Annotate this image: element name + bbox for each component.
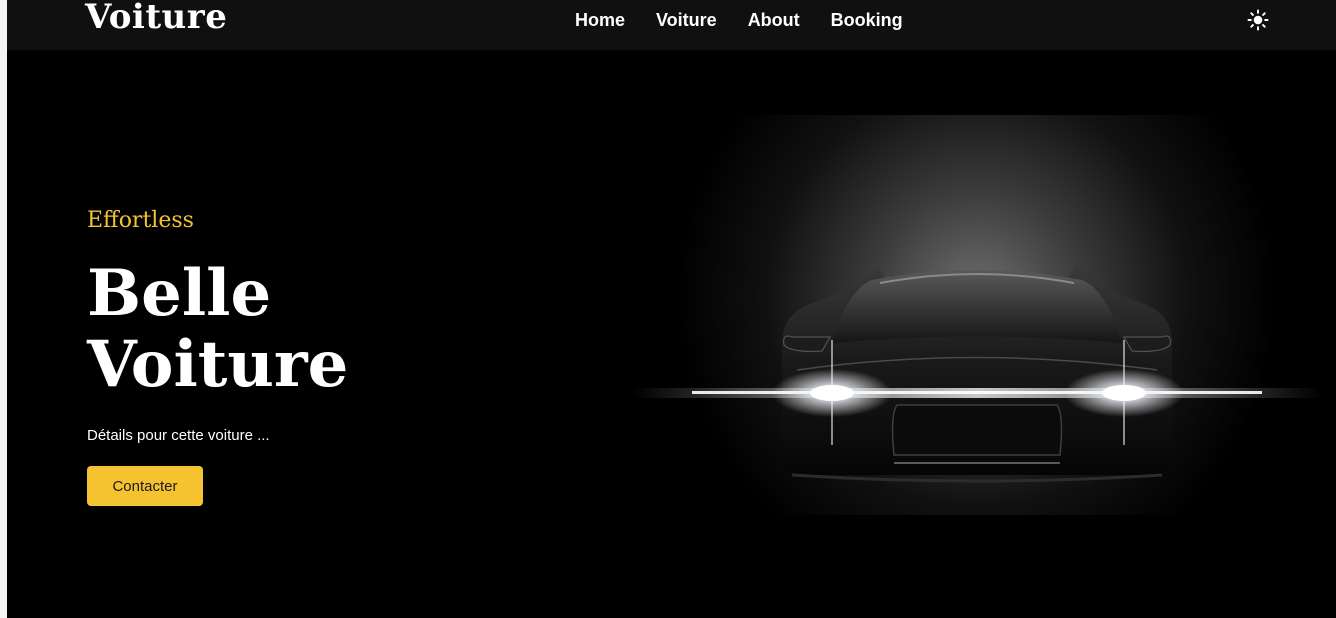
contact-button[interactable]: Contacter bbox=[87, 466, 203, 506]
navbar: Voiture Home Voiture About Booking bbox=[7, 0, 1336, 50]
nav-link-home[interactable]: Home bbox=[575, 10, 625, 31]
hero-eyebrow: Effortless bbox=[87, 208, 194, 233]
hero-subtitle: Détails pour cette voiture ... bbox=[87, 427, 270, 444]
nav-link-voiture[interactable]: Voiture bbox=[656, 10, 717, 31]
car-headlights-image bbox=[632, 115, 1322, 515]
hero-section: Effortless Belle Voiture Détails pour ce… bbox=[87, 210, 348, 506]
brand-logo[interactable]: Voiture bbox=[85, 0, 227, 37]
hero-title-line-1: Belle bbox=[87, 256, 272, 331]
sun-icon bbox=[1247, 9, 1269, 31]
nav-menu: Home Voiture About Booking bbox=[575, 10, 903, 31]
page: Voiture Home Voiture About Booking Effor… bbox=[7, 0, 1336, 618]
nav-link-about[interactable]: About bbox=[748, 10, 800, 31]
theme-toggle-button[interactable] bbox=[1247, 9, 1269, 31]
hero-title-line-2: Voiture bbox=[87, 327, 349, 402]
hero-title: Belle Voiture bbox=[87, 258, 348, 400]
nav-link-booking[interactable]: Booking bbox=[831, 10, 903, 31]
